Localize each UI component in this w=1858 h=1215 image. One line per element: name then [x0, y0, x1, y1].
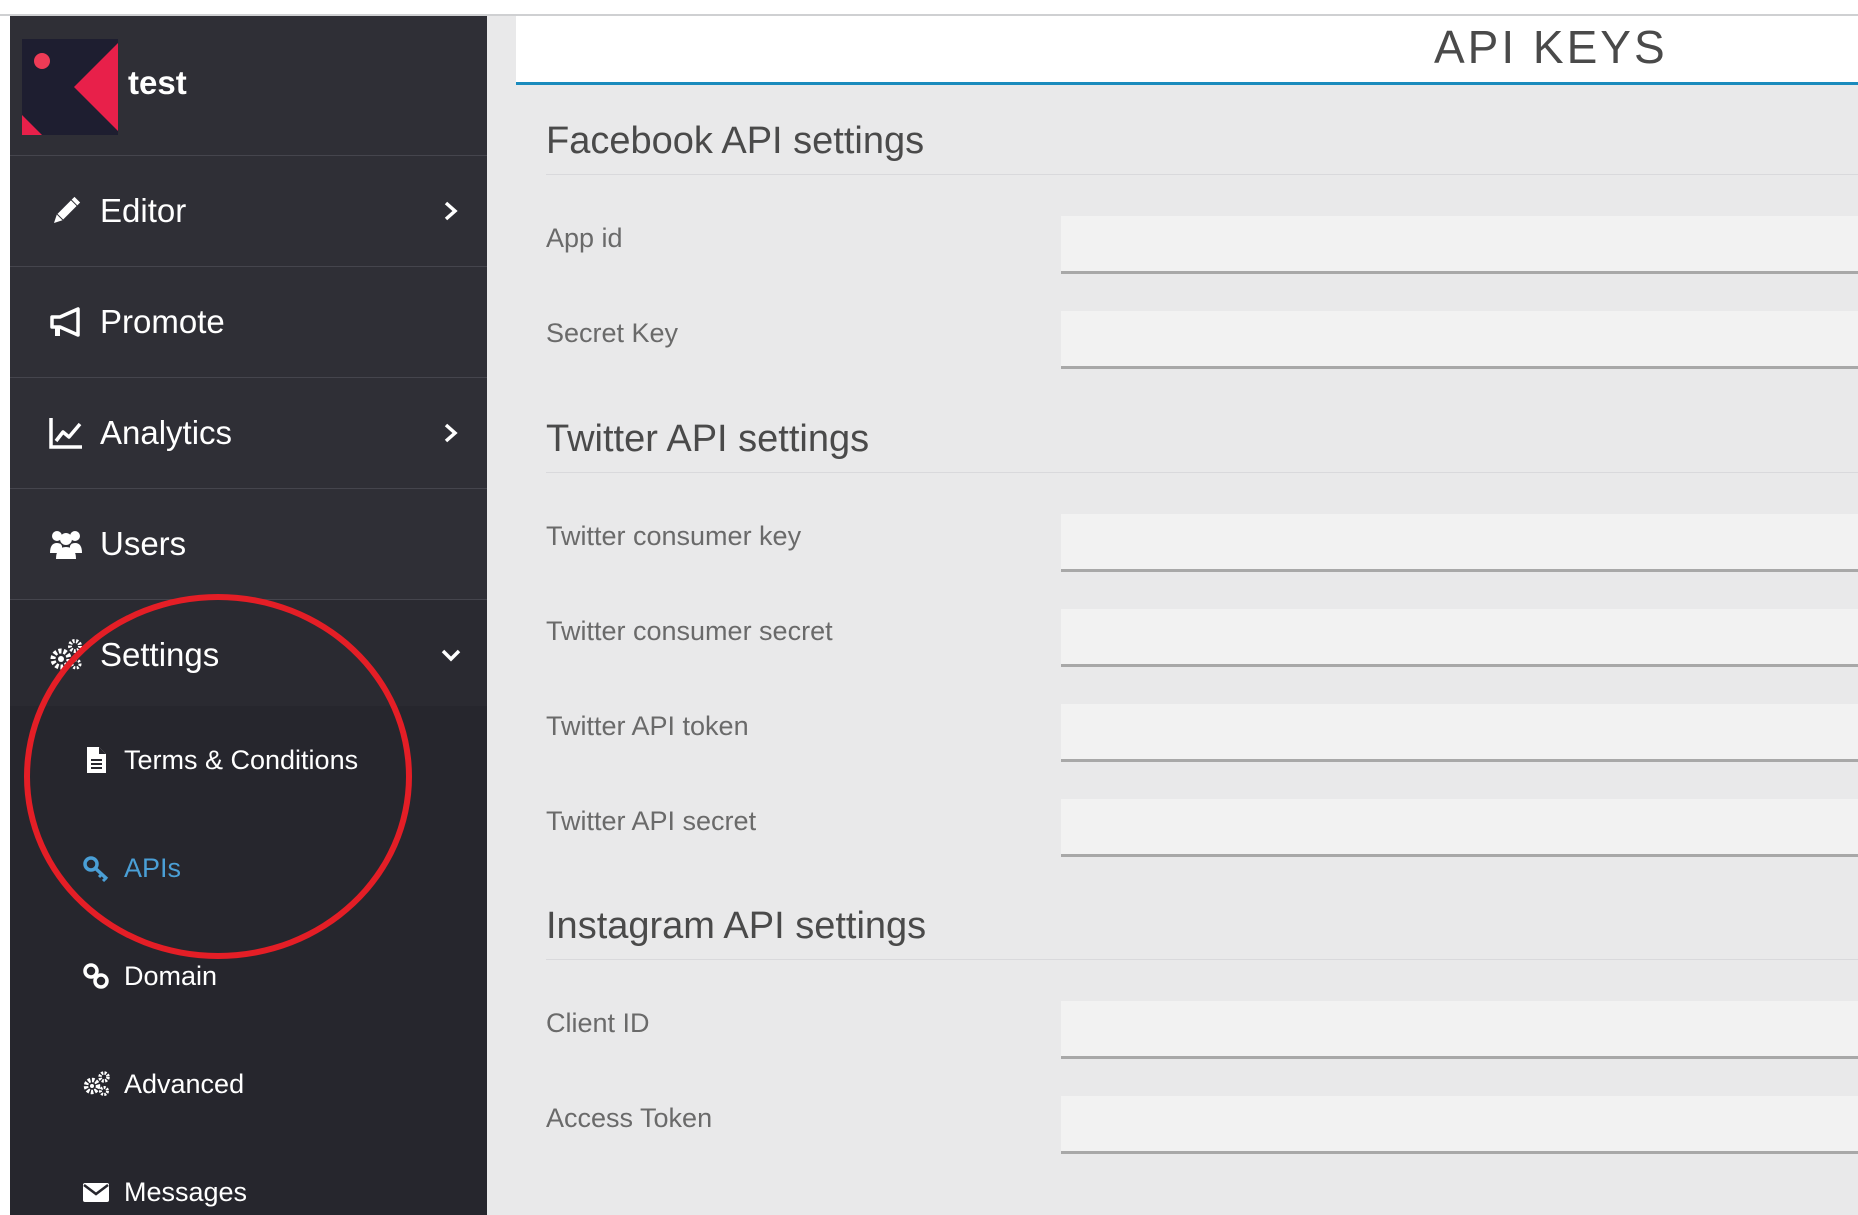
users-icon — [50, 531, 82, 559]
twitter-consumer-secret-input[interactable] — [1061, 609, 1858, 667]
submenu-item-messages[interactable]: Messages — [10, 1138, 487, 1215]
sidebar-item-editor[interactable]: Editor — [10, 156, 487, 267]
submenu-item-label: Domain — [124, 961, 218, 991]
line-chart-icon — [49, 418, 82, 449]
section-divider — [546, 174, 1858, 175]
sidebar-item-label: Analytics — [100, 414, 233, 451]
link-icon — [83, 963, 109, 989]
envelope-icon — [83, 1183, 109, 1202]
facebook-app-id-input[interactable] — [1061, 216, 1858, 274]
chevron-right-icon — [444, 423, 458, 443]
twitter-consumer-key-input[interactable] — [1061, 514, 1858, 572]
instagram-client-id-input[interactable] — [1061, 1001, 1858, 1059]
twitter-api-secret-input[interactable] — [1061, 799, 1858, 857]
settings-submenu: Terms & Conditions APIs Domain Advanced … — [10, 706, 487, 1215]
sidebar-item-label: Settings — [100, 636, 220, 673]
field-label: App id — [546, 223, 623, 253]
field-label: Client ID — [546, 1008, 650, 1038]
sidebar-item-analytics[interactable]: Analytics — [10, 378, 487, 489]
main-content: API KEYS Facebook API settings App id Se… — [516, 16, 1858, 1215]
facebook-secret-key-input[interactable] — [1061, 311, 1858, 369]
logo-icon — [22, 39, 118, 135]
field-label: Access Token — [546, 1103, 713, 1133]
instagram-access-token-input[interactable] — [1061, 1096, 1858, 1154]
section-title-twitter: Twitter API settings — [546, 418, 870, 460]
field-label: Twitter API secret — [546, 806, 757, 836]
submenu-item-label: APIs — [124, 853, 182, 883]
megaphone-icon — [50, 307, 80, 337]
section-title-instagram: Instagram API settings — [546, 905, 927, 947]
page-header: API KEYS — [516, 16, 1858, 85]
sidebar: test Editor Promote Analytics Users Sett… — [10, 16, 487, 1215]
field-label: Twitter consumer key — [546, 521, 802, 551]
submenu-item-label: Messages — [124, 1177, 248, 1207]
chevron-right-icon — [444, 201, 458, 221]
submenu-item-terms[interactable]: Terms & Conditions — [10, 706, 487, 814]
window-left-border — [0, 16, 10, 1215]
twitter-api-token-input[interactable] — [1061, 704, 1858, 762]
key-icon — [83, 856, 109, 882]
submenu-item-label: Advanced — [124, 1069, 245, 1099]
section-divider — [546, 959, 1858, 960]
sidebar-item-label: Users — [100, 525, 187, 562]
page-title: API KEYS — [1434, 21, 1668, 73]
submenu-item-apis[interactable]: APIs — [10, 814, 487, 922]
sidebar-item-settings[interactable]: Settings — [10, 600, 487, 711]
brand-header: test — [10, 16, 487, 156]
brand-name: test — [128, 64, 187, 101]
submenu-item-label: Terms & Conditions — [124, 745, 359, 775]
section-divider — [546, 472, 1858, 473]
field-label: Twitter consumer secret — [546, 616, 833, 646]
field-label: Secret Key — [546, 318, 679, 348]
sidebar-item-label: Editor — [100, 192, 187, 229]
cogs-icon — [83, 1071, 110, 1096]
section-title-facebook: Facebook API settings — [546, 120, 925, 162]
document-icon — [87, 747, 106, 773]
window-top-border — [0, 0, 1858, 16]
sidebar-item-users[interactable]: Users — [10, 489, 487, 600]
sidebar-item-promote[interactable]: Promote — [10, 267, 487, 378]
submenu-item-advanced[interactable]: Advanced — [10, 1030, 487, 1138]
cogs-icon — [50, 639, 82, 670]
sidebar-item-label: Promote — [100, 303, 225, 340]
field-label: Twitter API token — [546, 711, 749, 741]
pencil-icon — [53, 196, 81, 224]
submenu-item-domain[interactable]: Domain — [10, 922, 487, 1030]
chevron-down-icon — [441, 649, 461, 662]
